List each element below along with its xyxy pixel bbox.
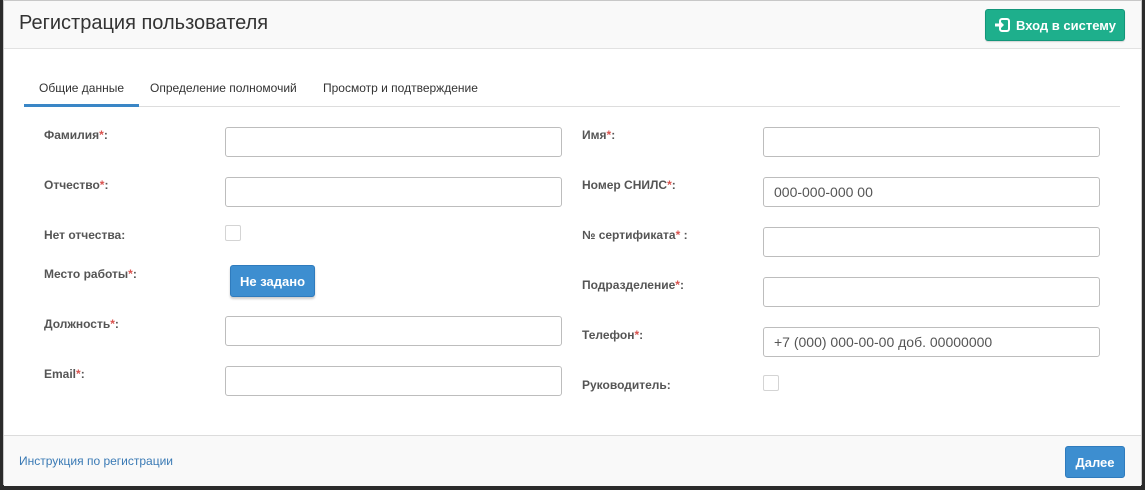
phone-input[interactable] xyxy=(763,327,1100,357)
manager-checkbox[interactable] xyxy=(763,375,779,391)
no-patronymic-label: Нет отчества: xyxy=(44,228,126,242)
tab-bar: Общие данные Определение полномочий Прос… xyxy=(24,71,1120,107)
department-label: Подразделение*: xyxy=(582,278,684,292)
tab-review[interactable]: Просмотр и подтверждение xyxy=(308,71,493,107)
certificate-label: № сертификата* : xyxy=(582,228,688,242)
workplace-label: Место работы*: xyxy=(44,267,137,281)
phone-label: Телефон*: xyxy=(582,328,644,342)
email-label: Email*: xyxy=(44,367,85,381)
dialog-footer: Инструкция по регистрации Далее xyxy=(4,435,1141,486)
patronymic-input[interactable] xyxy=(225,177,562,207)
department-input[interactable] xyxy=(763,277,1100,307)
last-name-input[interactable] xyxy=(225,127,562,157)
snils-label: Номер СНИЛС*: xyxy=(582,178,676,192)
last-name-label: Фамилия*: xyxy=(44,128,108,142)
position-input[interactable] xyxy=(225,316,562,346)
manager-label: Руководитель: xyxy=(582,378,671,392)
registration-dialog: Регистрация пользователя Вход в систему … xyxy=(3,0,1142,486)
workplace-select-button[interactable]: Не задано xyxy=(230,265,315,297)
next-button[interactable]: Далее xyxy=(1065,446,1125,478)
login-button[interactable]: Вход в систему xyxy=(985,9,1125,41)
certificate-input[interactable] xyxy=(763,227,1100,257)
position-label: Должность*: xyxy=(44,317,119,331)
snils-input[interactable] xyxy=(763,177,1100,207)
patronymic-label: Отчество*: xyxy=(44,178,109,192)
login-button-label: Вход в систему xyxy=(1016,17,1116,33)
first-name-label: Имя*: xyxy=(582,128,616,142)
email-input[interactable] xyxy=(225,366,562,396)
sign-in-icon xyxy=(994,18,1011,32)
registration-instructions-link[interactable]: Инструкция по регистрации xyxy=(19,454,173,468)
no-patronymic-checkbox[interactable] xyxy=(225,225,241,241)
tab-general[interactable]: Общие данные xyxy=(24,71,140,107)
page-title: Регистрация пользователя xyxy=(19,12,269,34)
first-name-input[interactable] xyxy=(763,127,1100,157)
tab-permissions[interactable]: Определение полномочий xyxy=(135,71,312,107)
dialog-header: Регистрация пользователя Вход в систему xyxy=(4,1,1141,49)
